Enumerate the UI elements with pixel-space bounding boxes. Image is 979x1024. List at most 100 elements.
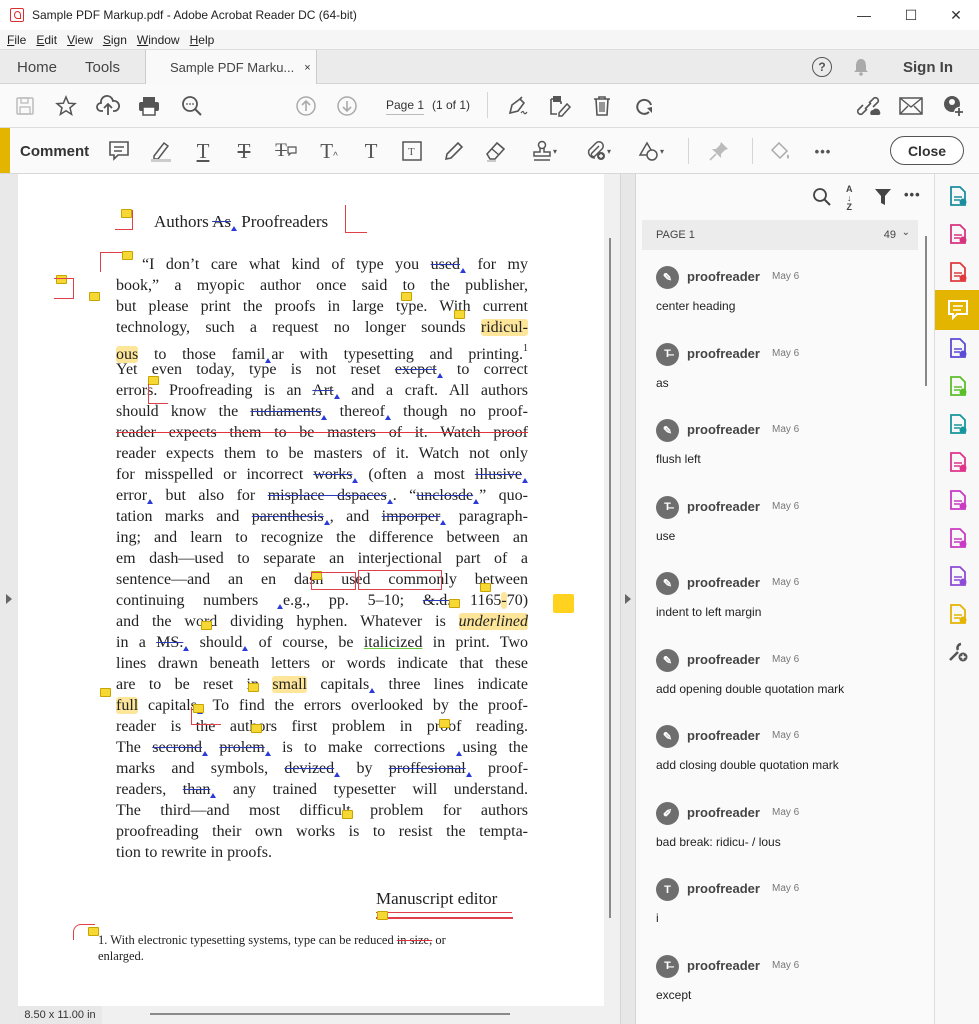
tab-close-icon[interactable]: × (304, 62, 310, 74)
filter-comments-icon[interactable] (874, 188, 892, 211)
page-number-input[interactable]: Page 1 (386, 98, 425, 115)
comment-note-icon[interactable] (454, 310, 465, 319)
sign-in-button[interactable]: Sign In (903, 59, 953, 76)
replace-text-icon[interactable]: T (273, 139, 299, 163)
expand-left-panel-icon[interactable] (6, 594, 12, 604)
bookmark-star-icon[interactable] (54, 94, 78, 118)
share-link-icon[interactable] (857, 94, 881, 118)
strikethrough-text-icon[interactable]: T (231, 139, 257, 163)
pencil-draw-icon[interactable] (441, 139, 467, 163)
markup-bracket[interactable] (358, 570, 442, 590)
collapse-panel-icon[interactable] (625, 594, 631, 604)
comment-note-icon[interactable] (248, 683, 259, 692)
horizontal-scrollbar[interactable] (150, 1013, 510, 1015)
comment-icon[interactable] (935, 290, 979, 330)
delete-icon[interactable] (590, 94, 614, 118)
close-comment-button[interactable]: Close (890, 136, 964, 165)
notifications-bell-icon[interactable] (853, 58, 869, 76)
stamp-dropdown-icon[interactable]: ▾ (526, 139, 562, 163)
comment-note-icon[interactable] (89, 292, 100, 301)
comment-note-icon[interactable] (251, 724, 262, 733)
email-icon[interactable] (899, 94, 923, 118)
highlighted-text[interactable]: full (116, 697, 139, 714)
menu-sign[interactable]: Sign (103, 33, 127, 47)
eraser-icon[interactable] (483, 139, 509, 163)
tab-document[interactable]: Sample PDF Marku... × (145, 50, 317, 85)
edit-pdf-icon[interactable] (548, 94, 572, 118)
organize-pages-icon[interactable] (935, 214, 979, 254)
sticky-note-icon[interactable] (106, 139, 132, 163)
export-pdf-icon[interactable] (935, 176, 979, 216)
tab-home[interactable]: Home (17, 50, 57, 84)
menu-help[interactable]: Help (190, 33, 215, 47)
attach-file-dropdown-icon[interactable]: ▾ (580, 139, 616, 163)
scan-ocr-icon[interactable] (935, 404, 979, 444)
cloud-upload-icon[interactable] (96, 94, 120, 118)
rotate-icon[interactable] (632, 94, 656, 118)
panel-splitter[interactable] (620, 174, 636, 1024)
combine-files-icon[interactable] (935, 328, 979, 368)
help-icon[interactable]: ? (812, 57, 832, 77)
print-icon[interactable] (137, 94, 161, 118)
floating-comment-icon[interactable] (553, 594, 574, 613)
fill-color-icon[interactable] (768, 139, 794, 163)
menu-edit[interactable]: Edit (36, 33, 57, 47)
page-down-icon[interactable] (335, 94, 359, 118)
panel-more-options-icon[interactable]: ••• (904, 187, 921, 202)
menu-view[interactable]: View (67, 33, 93, 47)
markup-bracket[interactable] (54, 278, 74, 299)
shapes-dropdown-icon[interactable]: ▾ (633, 139, 669, 163)
more-options-icon[interactable]: ••• (810, 139, 836, 163)
insert-text-icon[interactable]: T ^ (316, 139, 342, 163)
send-comment-icon[interactable] (935, 594, 979, 634)
markup-bracket[interactable] (148, 384, 168, 404)
markup-bracket[interactable] (311, 572, 356, 590)
maximize-button[interactable]: ☐ (888, 0, 934, 30)
comment-note-icon[interactable] (449, 599, 460, 608)
page-group-header[interactable]: PAGE 1 49 ⌄ (642, 220, 918, 250)
compress-pdf-icon[interactable] (935, 366, 979, 406)
menu-file[interactable]: File (7, 33, 26, 47)
highlighted-text[interactable]: small (272, 676, 307, 693)
highlight-icon[interactable] (148, 139, 174, 163)
add-text-icon[interactable]: T (358, 139, 384, 163)
paragraph-mark[interactable] (73, 924, 95, 940)
protect-icon[interactable] (935, 480, 979, 520)
comment-note-icon[interactable] (401, 292, 412, 301)
create-pdf-icon[interactable] (935, 252, 979, 292)
save-icon[interactable] (13, 94, 37, 118)
menu-window[interactable]: Window (137, 33, 180, 47)
minimize-button[interactable]: — (841, 0, 887, 30)
sort-comments-icon[interactable]: A ↓ Z (846, 185, 853, 212)
underline-text-icon[interactable]: T (190, 139, 216, 163)
comment-note-icon[interactable] (377, 911, 388, 920)
markup-underline[interactable] (376, 917, 513, 919)
vertical-scrollbar[interactable] (609, 238, 611, 918)
comment-note-icon[interactable] (201, 621, 212, 630)
zoom-search-icon[interactable] (180, 94, 204, 118)
markup-underline[interactable] (376, 912, 512, 913)
chevron-down-icon[interactable]: ⌄ (902, 227, 910, 238)
search-comments-icon[interactable] (812, 187, 832, 212)
markup-bracket[interactable] (100, 252, 122, 272)
highlighted-text[interactable]: ridicul- (480, 319, 528, 336)
comment-note-icon[interactable] (342, 810, 353, 819)
redact-icon[interactable] (935, 518, 979, 558)
markup-bracket[interactable] (191, 707, 221, 725)
text-box-icon[interactable]: T (399, 139, 425, 163)
markup-bracket[interactable] (345, 205, 367, 233)
comments-scrollbar[interactable] (925, 236, 927, 386)
comment-note-icon[interactable] (122, 251, 133, 260)
comment-note-icon[interactable] (439, 719, 450, 728)
comment-note-icon[interactable] (480, 583, 491, 592)
tab-tools[interactable]: Tools (85, 50, 120, 84)
more-tools-icon[interactable] (935, 632, 979, 672)
pin-icon[interactable] (706, 139, 732, 163)
highlighted-text[interactable]: underlined (458, 613, 528, 630)
comment-note-icon[interactable] (100, 688, 111, 697)
add-user-icon[interactable] (941, 94, 965, 118)
fill-sign-icon[interactable] (935, 442, 979, 482)
fill-sign-icon[interactable] (506, 94, 530, 118)
request-signature-icon[interactable] (935, 556, 979, 596)
close-window-button[interactable]: ✕ (933, 0, 979, 30)
